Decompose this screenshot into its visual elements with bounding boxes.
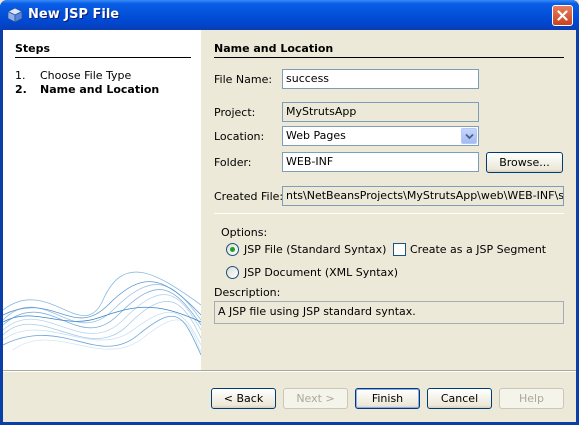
step-label: Choose File Type <box>40 69 132 82</box>
dialog-body: Steps 1. Choose File Type 2. Name and Lo… <box>3 30 576 422</box>
description-text: A JSP file using JSP standard syntax. <box>214 301 564 324</box>
steps-pane: Steps 1. Choose File Type 2. Name and Lo… <box>3 30 201 370</box>
project-field: MyStrutsApp <box>282 102 479 122</box>
close-icon <box>557 10 568 21</box>
file-name-input[interactable]: success <box>282 69 479 89</box>
created-file-label: Created File: <box>214 190 284 203</box>
decorative-waves-image <box>3 271 201 356</box>
jsp-xml-radio[interactable] <box>226 266 239 279</box>
location-label: Location: <box>214 130 265 143</box>
back-button[interactable]: < Back <box>211 388 276 409</box>
panel-heading: Name and Location <box>214 42 334 55</box>
name-location-panel: Name and Location File Name: success Pro… <box>201 30 576 370</box>
folder-input[interactable]: WEB-INF <box>282 152 479 172</box>
project-label: Project: <box>214 106 256 119</box>
footer-divider-highlight <box>3 371 576 372</box>
window-title: New JSP File <box>28 7 120 22</box>
jsp-standard-label[interactable]: JSP File (Standard Syntax) <box>244 243 386 256</box>
jsp-standard-radio[interactable] <box>226 243 239 256</box>
options-separator <box>214 213 564 214</box>
dropdown-arrow[interactable] <box>461 128 477 144</box>
jsp-segment-label[interactable]: Create as a JSP Segment <box>410 243 546 256</box>
jsp-segment-checkbox[interactable] <box>393 243 406 256</box>
step-number: 1. <box>15 69 26 82</box>
steps-divider <box>15 57 191 58</box>
panel-divider <box>214 57 564 58</box>
step-label: Name and Location <box>40 83 160 96</box>
folder-label: Folder: <box>214 156 252 169</box>
browse-button[interactable]: Browse... <box>486 152 563 173</box>
file-name-label: File Name: <box>214 73 273 86</box>
location-select[interactable]: Web Pages <box>282 126 479 146</box>
finish-button[interactable]: Finish <box>355 388 420 409</box>
title-bar[interactable]: New JSP File <box>0 0 579 30</box>
description-label: Description: <box>214 286 281 299</box>
radio-selected-dot <box>230 247 235 252</box>
location-selected-value: Web Pages <box>286 129 346 142</box>
help-button[interactable]: Help <box>499 388 564 409</box>
step-number: 2. <box>15 83 27 96</box>
netbeans-cube-icon <box>7 7 23 23</box>
steps-heading: Steps <box>15 42 51 55</box>
chevron-down-icon <box>465 133 474 140</box>
created-file-field: nts\NetBeansProjects\MyStrutsApp\web\WEB… <box>282 186 564 206</box>
next-button[interactable]: Next > <box>283 388 348 409</box>
options-label: Options: <box>221 226 268 239</box>
close-button[interactable] <box>552 5 573 26</box>
jsp-xml-label[interactable]: JSP Document (XML Syntax) <box>244 266 398 279</box>
dialog-window: New JSP File Steps 1. Choose File Type 2… <box>0 0 579 425</box>
cancel-button[interactable]: Cancel <box>427 388 492 409</box>
